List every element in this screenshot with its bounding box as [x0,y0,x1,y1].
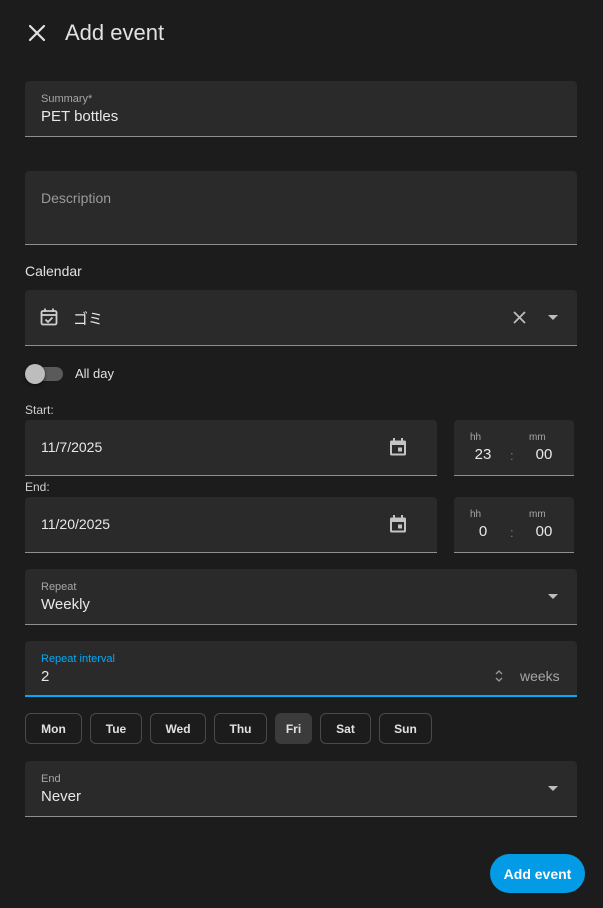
end-mm-label: mm [529,509,546,520]
end-time-separator: : [510,525,514,540]
repeat-value: Weekly [41,596,90,613]
summary-value: PET bottles [41,108,119,125]
calendar-check-icon [39,307,59,327]
dialog-title: Add event [65,20,165,45]
end-mm-input[interactable]: 00 [529,523,559,540]
end-date-field[interactable]: 11/20/2025 [25,497,437,553]
weekday-button-sat[interactable]: Sat [320,713,371,744]
weekday-button-mon[interactable]: Mon [25,713,82,744]
add-event-dialog: Add event Summary* PET bottles Descripti… [0,0,603,908]
spinner-icon[interactable] [495,669,503,683]
repeat-interval-label: Repeat interval [41,653,115,665]
repeat-select[interactable]: Repeat Weekly [25,569,577,625]
calendar-section-label: Calendar [25,263,82,279]
end-rule-label: End [41,773,61,785]
description-placeholder: Description [41,190,112,206]
weekday-button-thu[interactable]: Thu [214,713,267,744]
end-rule-value: Never [41,788,82,805]
dropdown-arrow-icon[interactable] [548,315,558,321]
start-label: Start: [25,403,54,417]
start-date-value: 11/7/2025 [41,439,103,455]
toggle-knob [25,364,45,384]
end-time-field[interactable]: hh 0 : mm 00 [454,497,574,553]
close-icon [28,24,46,42]
clear-icon[interactable] [513,311,526,324]
start-time-separator: : [510,448,514,463]
calendar-icon[interactable] [388,437,408,457]
repeat-interval-value[interactable]: 2 [41,668,49,685]
start-mm-input[interactable]: 00 [529,446,559,463]
all-day-toggle[interactable] [25,363,65,385]
calendar-value: ゴミ [73,311,104,328]
start-mm-label: mm [529,432,546,443]
weekday-button-fri[interactable]: Fri [275,713,312,744]
all-day-label: All day [75,366,115,381]
description-field[interactable]: Description [25,171,577,245]
end-rule-select[interactable]: End Never [25,761,577,817]
start-hh-input[interactable]: 23 [468,446,498,463]
end-hh-input[interactable]: 0 [468,523,498,540]
weekday-button-tue[interactable]: Tue [90,713,142,744]
summary-field[interactable]: Summary* PET bottles [25,81,577,137]
end-label: End: [25,480,50,494]
calendar-select[interactable]: ゴミ [25,290,577,346]
weekday-button-wed[interactable]: Wed [150,713,206,744]
close-button[interactable] [22,18,52,48]
add-event-button[interactable]: Add event [490,854,585,893]
start-hh-label: hh [470,432,482,443]
start-date-field[interactable]: 11/7/2025 [25,420,437,476]
start-time-field[interactable]: hh 23 : mm 00 [454,420,574,476]
dropdown-arrow-icon [548,786,558,792]
repeat-interval-suffix: weeks [520,668,560,684]
end-hh-label: hh [470,509,482,520]
dropdown-arrow-icon [548,594,558,600]
weekday-button-sun[interactable]: Sun [379,713,432,744]
calendar-icon[interactable] [388,514,408,534]
summary-label: Summary* [41,93,93,105]
repeat-interval-field[interactable]: Repeat interval 2 weeks [25,641,577,697]
end-date-value: 11/20/2025 [41,516,111,532]
repeat-label: Repeat [41,581,77,593]
